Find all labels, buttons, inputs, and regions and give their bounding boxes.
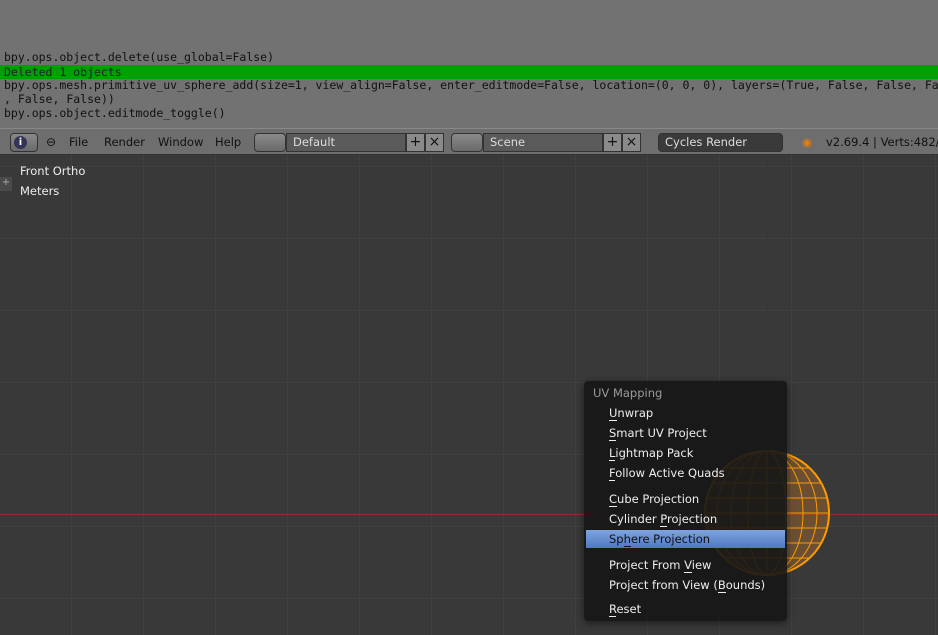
menu-item-cylinder-projection[interactable]: Cylinder Projection: [586, 510, 785, 528]
units-label: Meters: [20, 184, 60, 198]
mnemonic-underline: [623, 546, 631, 547]
console-line: , False, False)): [4, 92, 115, 106]
menu-item-reset[interactable]: Reset: [586, 600, 785, 618]
info-icon: i: [14, 136, 27, 149]
menu-item-label: Reset: [609, 602, 642, 617]
mnemonic-underline: [609, 440, 617, 441]
menu-item-unwrap[interactable]: Unwrap: [586, 404, 785, 422]
mnemonic-underline: [609, 616, 617, 617]
menu-window[interactable]: Window: [158, 129, 203, 155]
toolshelf-toggle-icon[interactable]: +: [0, 177, 12, 191]
menu-item-label: Project from View (Bounds): [609, 578, 766, 593]
blender-logo-icon: ◉: [802, 135, 813, 149]
view-name: Front Ortho: [20, 164, 86, 178]
menu-item-smart-uv-project[interactable]: Smart UV Project: [586, 424, 785, 442]
menu-item-lightmap-pack[interactable]: Lightmap Pack: [586, 444, 785, 462]
menu-item-label: Follow Active Quads: [609, 466, 725, 481]
mnemonic-underline: [609, 460, 616, 461]
scene-field[interactable]: Scene: [483, 133, 603, 152]
add-scene-icon[interactable]: +: [603, 133, 622, 152]
menu-item-label: Smart UV Project: [609, 426, 707, 441]
collapse-menu-icon[interactable]: ⊖: [46, 129, 56, 155]
mnemonic-underline: [717, 592, 726, 593]
console-line-cont: False, False)): [17, 92, 115, 106]
layout-field[interactable]: Default: [286, 133, 406, 152]
console-line: bpy.ops.object.editmode_toggle(): [4, 106, 226, 120]
mnemonic-underline: [684, 572, 692, 573]
3d-viewport[interactable]: + Front Ortho Meters: [0, 155, 938, 635]
scene-stats: v2.69.4 | Verts:482/: [826, 135, 938, 149]
mnemonic-underline: [609, 480, 616, 481]
menu-title: UV Mapping: [593, 386, 663, 400]
add-layout-icon[interactable]: +: [406, 133, 425, 152]
editor-type-button[interactable]: i: [10, 133, 38, 152]
mnemonic-underline: [609, 506, 618, 507]
console-line: bpy.ops.object.delete(use_global=False): [4, 50, 275, 64]
menu-item-label: Unwrap: [609, 406, 654, 421]
info-header: i ⊖ File Render Window Help Default + × …: [0, 128, 938, 155]
menu-item-project-from-view-bounds[interactable]: Project from View (Bounds): [586, 576, 785, 594]
menu-item-sphere-projection[interactable]: Sphere Projection: [586, 530, 785, 548]
menu-item-label: Sphere Projection: [609, 532, 711, 547]
scene-icon[interactable]: [451, 133, 483, 152]
mnemonic-underline: [609, 420, 618, 421]
menu-item-label: Lightmap Pack: [609, 446, 694, 461]
info-console: bpy.ops.object.delete(use_global=False) …: [0, 0, 938, 128]
menu-help[interactable]: Help: [215, 129, 241, 155]
report-line: Deleted 1 objects: [0, 65, 938, 79]
menu-item-follow-active-quads[interactable]: Follow Active Quads: [586, 464, 785, 482]
delete-scene-icon[interactable]: ×: [622, 133, 641, 152]
uv-mapping-menu: UV Mapping Unwrap Smart UV Project Light…: [584, 381, 787, 621]
layout-icon[interactable]: [254, 133, 286, 152]
mnemonic-underline: [660, 526, 668, 527]
menu-item-label: Cube Projection: [609, 492, 700, 507]
menu-item-project-from-view[interactable]: Project From View: [586, 556, 785, 574]
render-engine-select[interactable]: Cycles Render: [658, 133, 783, 152]
menu-item-label: Cylinder Projection: [609, 512, 718, 527]
menu-render[interactable]: Render: [104, 129, 145, 155]
console-line: bpy.ops.mesh.primitive_uv_sphere_add(siz…: [4, 78, 938, 92]
delete-layout-icon[interactable]: ×: [425, 133, 444, 152]
menu-item-cube-projection[interactable]: Cube Projection: [586, 490, 785, 508]
menu-file[interactable]: File: [69, 129, 88, 155]
menu-item-label: Project From View: [609, 558, 712, 573]
